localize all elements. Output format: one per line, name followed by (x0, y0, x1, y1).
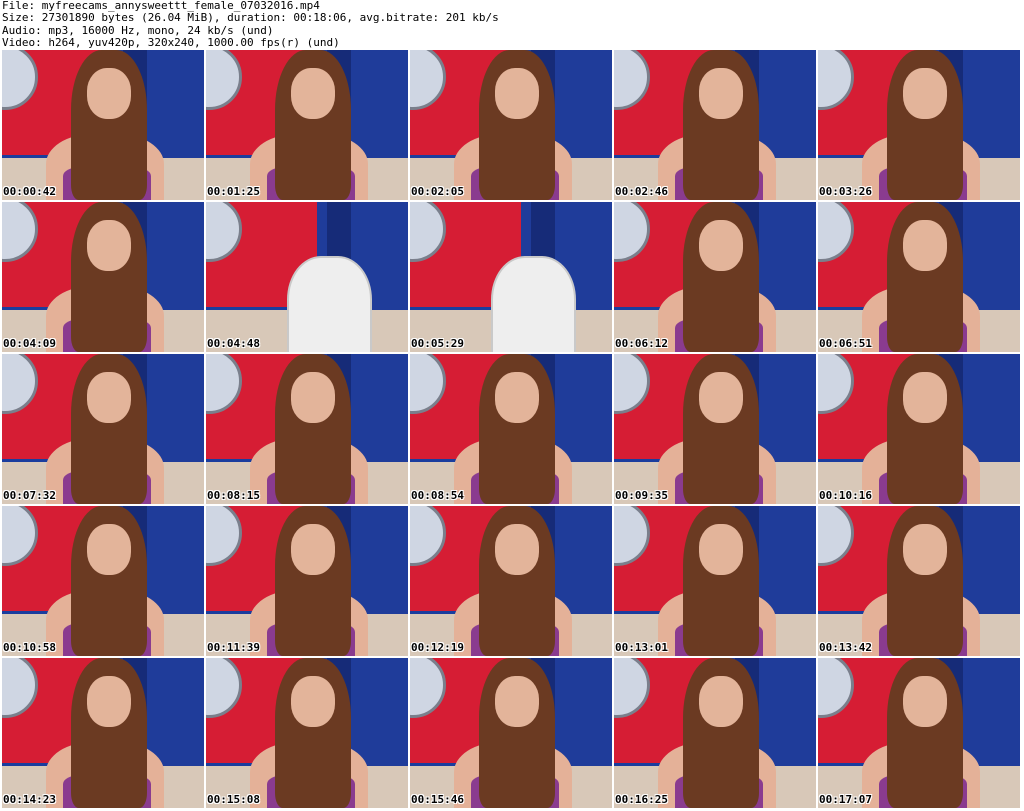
thumbnail-face (698, 676, 744, 727)
thumbnail-face (86, 676, 132, 727)
thumbnail-face (494, 68, 540, 119)
thumbnail-face (902, 220, 948, 271)
thumbnail-timestamp: 00:02:46 (615, 185, 668, 198)
video-thumbnail: 00:02:46 (614, 50, 816, 200)
thumbnail-face (86, 372, 132, 423)
thumbnail-grid: 00:00:42 00:01:25 00:02:05 00:02:46 00:03:26… (0, 50, 1024, 811)
video-thumbnail: 00:12:19 (410, 506, 612, 656)
video-thumbnail: 00:15:08 (206, 658, 408, 808)
thumbnail-face (698, 524, 744, 575)
video-thumbnail: 00:01:25 (206, 50, 408, 200)
thumbnail-timestamp: 00:08:54 (411, 489, 464, 502)
video-thumbnail: 00:14:23 (2, 658, 204, 808)
thumbnail-timestamp: 00:10:58 (3, 641, 56, 654)
video-info-line: Video: h264, yuv420p, 320x240, 1000.00 f… (2, 36, 340, 50)
thumbnail-timestamp: 00:00:42 (3, 185, 56, 198)
thumbnail-timestamp: 00:11:39 (207, 641, 260, 654)
thumbnail-timestamp: 00:03:26 (819, 185, 872, 198)
thumbnail-face (290, 676, 336, 727)
thumbnail-face (494, 372, 540, 423)
thumbnail-timestamp: 00:12:19 (411, 641, 464, 654)
thumbnail-face (698, 68, 744, 119)
video-thumbnail: 00:16:25 (614, 658, 816, 808)
video-thumbnail: 00:07:32 (2, 354, 204, 504)
thumbnail-face (290, 68, 336, 119)
thumbnail-face (494, 524, 540, 575)
thumbnail-timestamp: 00:08:15 (207, 489, 260, 502)
thumbnail-timestamp: 00:05:29 (411, 337, 464, 350)
thumbnail-chair (286, 256, 372, 352)
video-thumbnail: 00:03:26 (818, 50, 1020, 200)
thumbnail-face (902, 524, 948, 575)
thumbnail-timestamp: 00:04:48 (207, 337, 260, 350)
thumbnail-timestamp: 00:13:01 (615, 641, 668, 654)
thumbnail-timestamp: 00:06:12 (615, 337, 668, 350)
thumbnail-timestamp: 00:01:25 (207, 185, 260, 198)
thumbnail-timestamp: 00:10:16 (819, 489, 872, 502)
video-thumbnail: 00:04:09 (2, 202, 204, 352)
thumbnail-face (290, 524, 336, 575)
thumbnail-face (902, 372, 948, 423)
thumbnail-face (698, 372, 744, 423)
video-thumbnail: 00:00:42 (2, 50, 204, 200)
file-info-header: File: myfreecams_annysweettt_female_0703… (0, 0, 1024, 50)
video-thumbnail: 00:09:35 (614, 354, 816, 504)
thumbnail-chair (490, 256, 576, 352)
video-thumbnail: 00:17:07 (818, 658, 1020, 808)
video-thumbnail: 00:11:39 (206, 506, 408, 656)
thumbnail-face (86, 68, 132, 119)
thumbnail-timestamp: 00:06:51 (819, 337, 872, 350)
video-thumbnail: 00:04:48 (206, 202, 408, 352)
thumbnail-face (698, 220, 744, 271)
thumbnail-face (86, 220, 132, 271)
thumbnail-timestamp: 00:17:07 (819, 793, 872, 806)
thumbnail-face (902, 676, 948, 727)
thumbnail-face (290, 372, 336, 423)
thumbnail-timestamp: 00:15:08 (207, 793, 260, 806)
video-thumbnail: 00:08:54 (410, 354, 612, 504)
thumbnail-timestamp: 00:04:09 (3, 337, 56, 350)
video-thumbnail: 00:15:46 (410, 658, 612, 808)
video-thumbnail: 00:02:05 (410, 50, 612, 200)
thumbnail-timestamp: 00:07:32 (3, 489, 56, 502)
thumbnail-timestamp: 00:02:05 (411, 185, 464, 198)
thumbnail-timestamp: 00:13:42 (819, 641, 872, 654)
thumbnail-face (494, 676, 540, 727)
thumbnail-timestamp: 00:15:46 (411, 793, 464, 806)
video-thumbnail: 00:06:51 (818, 202, 1020, 352)
video-thumbnail: 00:06:12 (614, 202, 816, 352)
thumbnail-timestamp: 00:09:35 (615, 489, 668, 502)
video-thumbnail: 00:08:15 (206, 354, 408, 504)
thumbnail-timestamp: 00:14:23 (3, 793, 56, 806)
video-thumbnail: 00:10:16 (818, 354, 1020, 504)
video-thumbnail: 00:13:42 (818, 506, 1020, 656)
file-size-line: Size: 27301890 bytes (26.04 MiB), durati… (2, 11, 499, 25)
thumbnail-timestamp: 00:16:25 (615, 793, 668, 806)
video-thumbnail: 00:10:58 (2, 506, 204, 656)
video-thumbnail: 00:13:01 (614, 506, 816, 656)
thumbnail-face (86, 524, 132, 575)
thumbnail-face (902, 68, 948, 119)
video-thumbnail: 00:05:29 (410, 202, 612, 352)
